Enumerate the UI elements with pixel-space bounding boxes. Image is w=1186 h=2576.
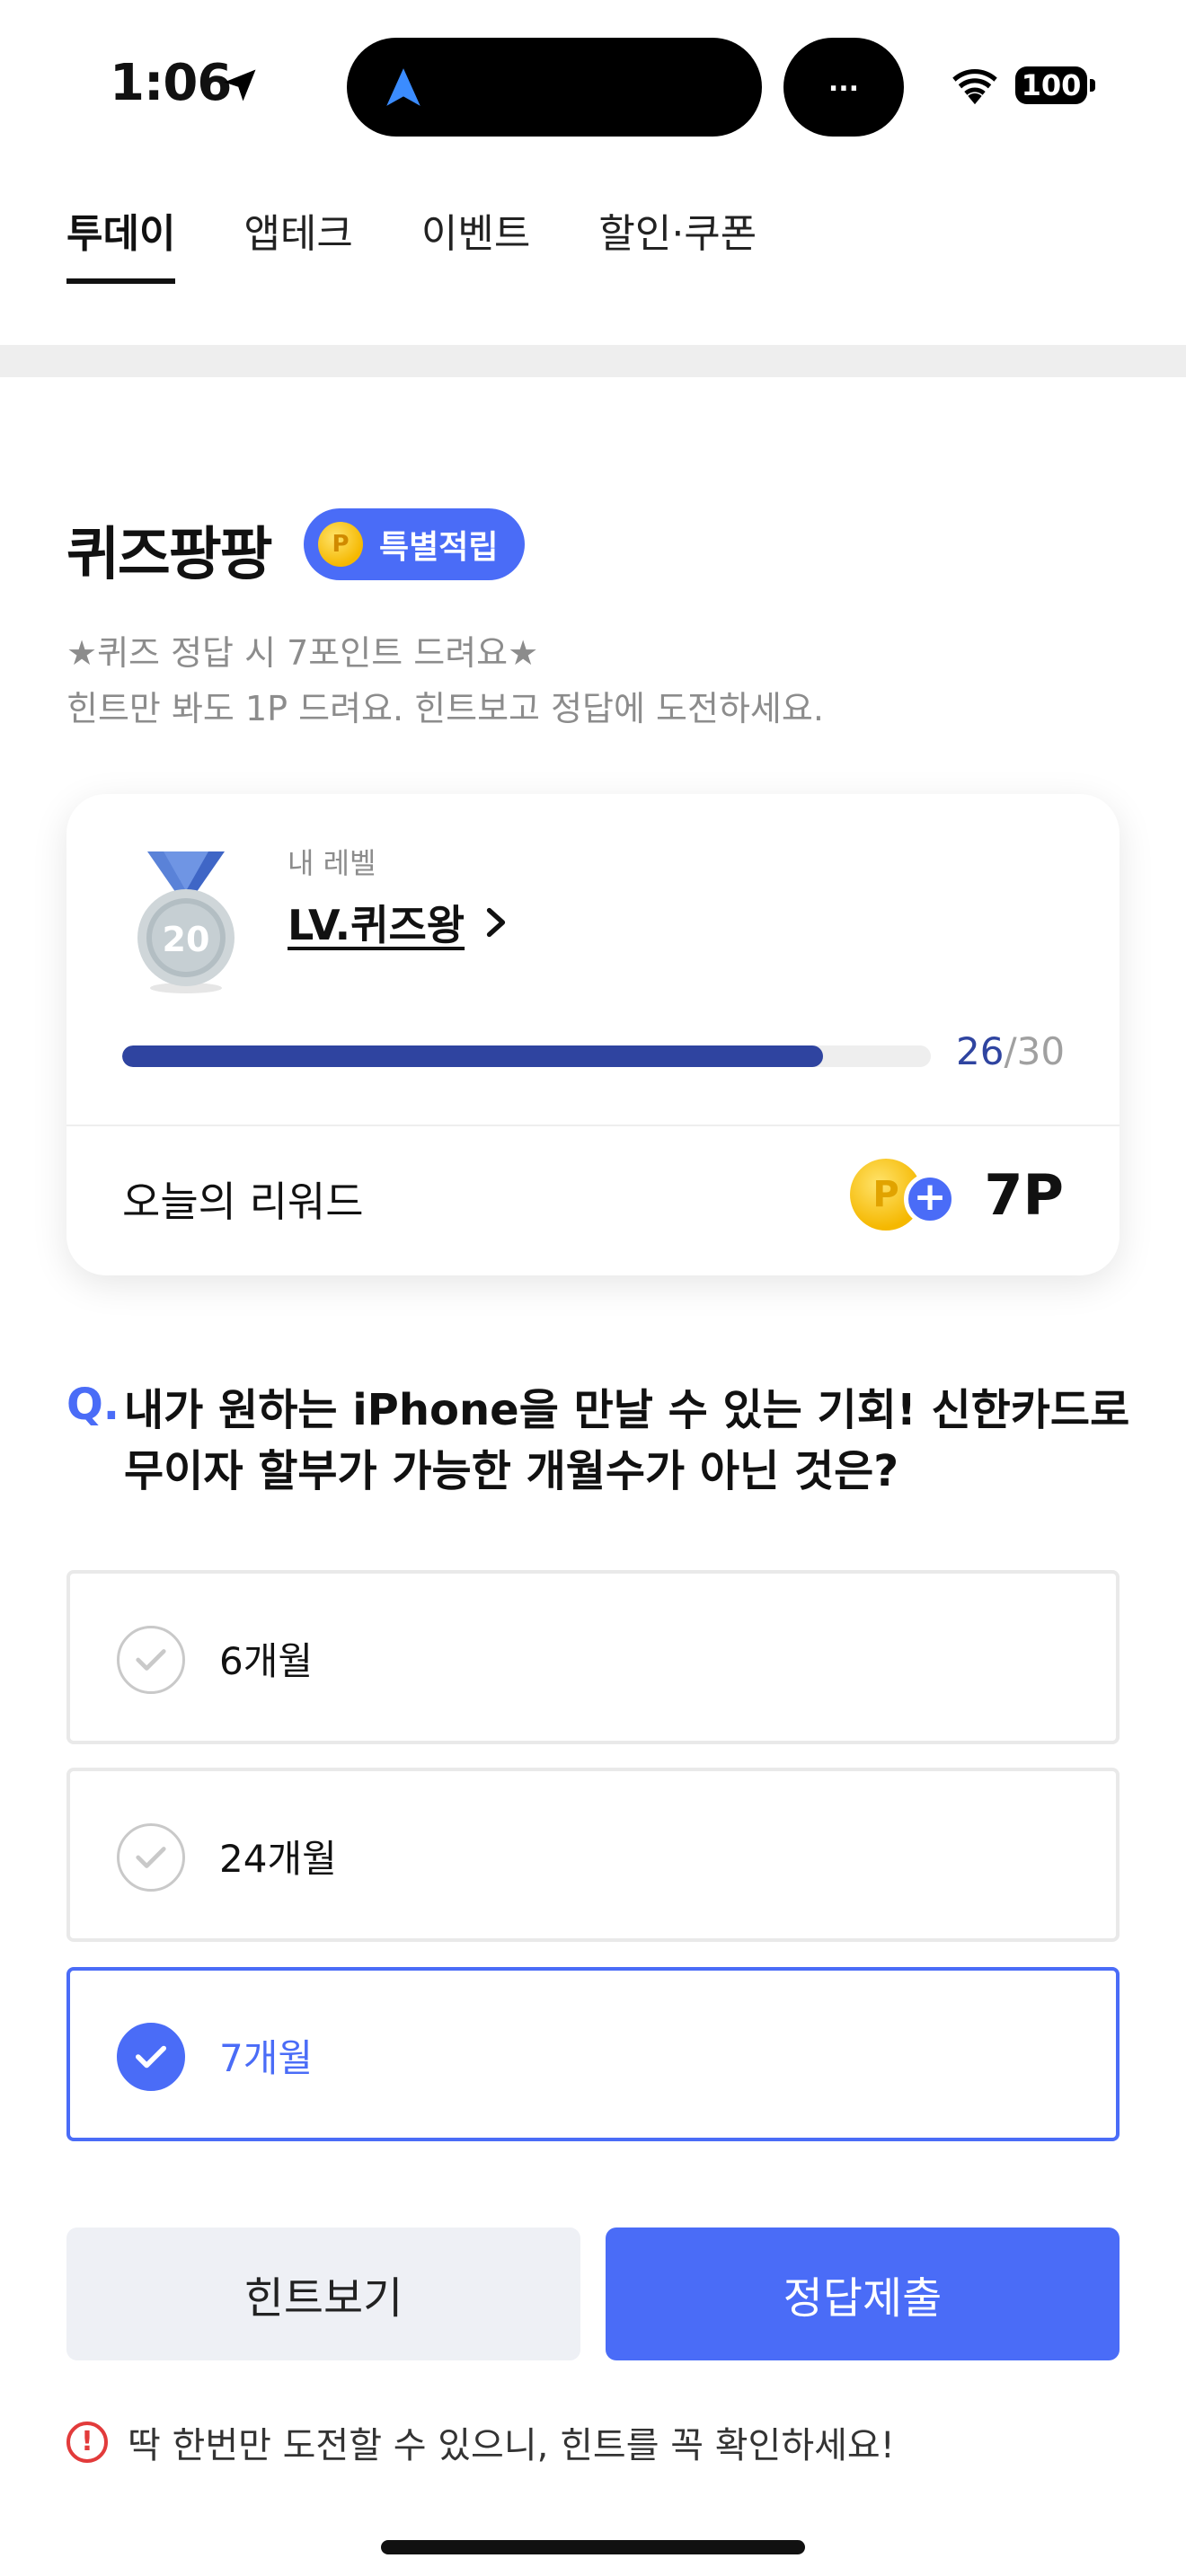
medal-number: 20: [163, 920, 210, 959]
check-circle-icon: [117, 1823, 185, 1892]
notice-text: 딱 한번만 도전할 수 있으니, 힌트를 꼭 확인하세요!: [128, 2425, 895, 2466]
badge-label: 특별적립: [379, 529, 499, 566]
status-time: 1:06: [110, 54, 232, 112]
battery-tip: [1090, 79, 1095, 92]
option-label: 6개월: [219, 1639, 314, 1683]
answer-option-selected[interactable]: 7개월: [66, 1967, 1120, 2141]
level-name: LV.퀴즈왕: [288, 901, 465, 949]
progress-count: 26/30: [956, 1029, 1065, 1073]
tab-today[interactable]: 투데이: [66, 189, 176, 284]
check-circle-icon: [117, 1626, 185, 1694]
question-text: 내가 원하는 iPhone을 만날 수 있는 기회! 신한카드로 무이자 할부가…: [124, 1385, 1130, 1496]
special-reward-badge: P 특별적립: [304, 508, 526, 580]
level-progress-fill: [122, 1045, 824, 1067]
progress-total: 30: [1016, 1029, 1066, 1073]
progress-current: 26: [956, 1029, 1005, 1073]
level-progress-bar: [122, 1045, 931, 1067]
plus-icon: +: [904, 1173, 956, 1225]
answer-option[interactable]: 6개월: [66, 1570, 1120, 1744]
warning-notice: ! 딱 한번만 도전할 수 있으니, 힌트를 꼭 확인하세요!: [66, 2416, 895, 2468]
quiz-description: ★퀴즈 정답 시 7포인트 드려요★ 힌트만 봐도 1P 드려요. 힌트보고 정…: [66, 625, 824, 737]
reward-value: 7P: [984, 1162, 1064, 1228]
level-card: 20 내 레벨 LV.퀴즈왕 26/30 오늘의 리워드 P + 7P: [66, 794, 1120, 1275]
submit-answer-button[interactable]: 정답제출: [606, 2228, 1120, 2360]
activity-indicator: ...: [783, 38, 904, 137]
wifi-icon: [952, 68, 997, 105]
navigation-arrow-icon: [386, 68, 420, 106]
tab-discount-coupon[interactable]: 할인·쿠폰: [598, 189, 757, 284]
tab-apptech[interactable]: 앱테크: [243, 189, 352, 284]
coin-icon: P: [318, 522, 363, 567]
option-label: 24개월: [219, 1837, 337, 1881]
chevron-right-icon: [486, 907, 506, 938]
section-divider: [0, 345, 1186, 377]
description-line-1: ★퀴즈 정답 시 7포인트 드려요★: [66, 633, 539, 673]
warning-icon: !: [66, 2422, 108, 2463]
tab-event[interactable]: 이벤트: [421, 189, 530, 284]
check-circle-filled-icon: [117, 2023, 185, 2091]
progress-separator: /: [1004, 1029, 1017, 1073]
card-divider: [66, 1125, 1120, 1126]
level-caption: 내 레벨: [288, 846, 376, 880]
reward-label: 오늘의 리워드: [122, 1178, 364, 1226]
location-arrow-icon: [224, 69, 256, 101]
answer-option[interactable]: 24개월: [66, 1768, 1120, 1942]
medal-icon: 20: [137, 851, 235, 993]
level-link[interactable]: LV.퀴즈왕: [288, 893, 509, 952]
battery-icon: 100: [1015, 66, 1087, 104]
top-tabs: 투데이 앱테크 이벤트 할인·쿠폰: [66, 189, 757, 287]
reward-coin-plus-icon: P +: [850, 1157, 967, 1232]
question-mark-label: Q.: [66, 1380, 120, 1430]
status-bar: 1:06 ... 100: [0, 0, 1186, 171]
hint-button[interactable]: 힌트보기: [66, 2228, 580, 2360]
home-indicator[interactable]: [381, 2540, 805, 2554]
description-line-2: 힌트만 봐도 1P 드려요. 힌트보고 정답에 도전하세요.: [66, 689, 824, 728]
dynamic-island: [347, 38, 762, 137]
option-label: 7개월: [219, 2036, 314, 2080]
page-title: 퀴즈팡팡: [66, 522, 273, 588]
